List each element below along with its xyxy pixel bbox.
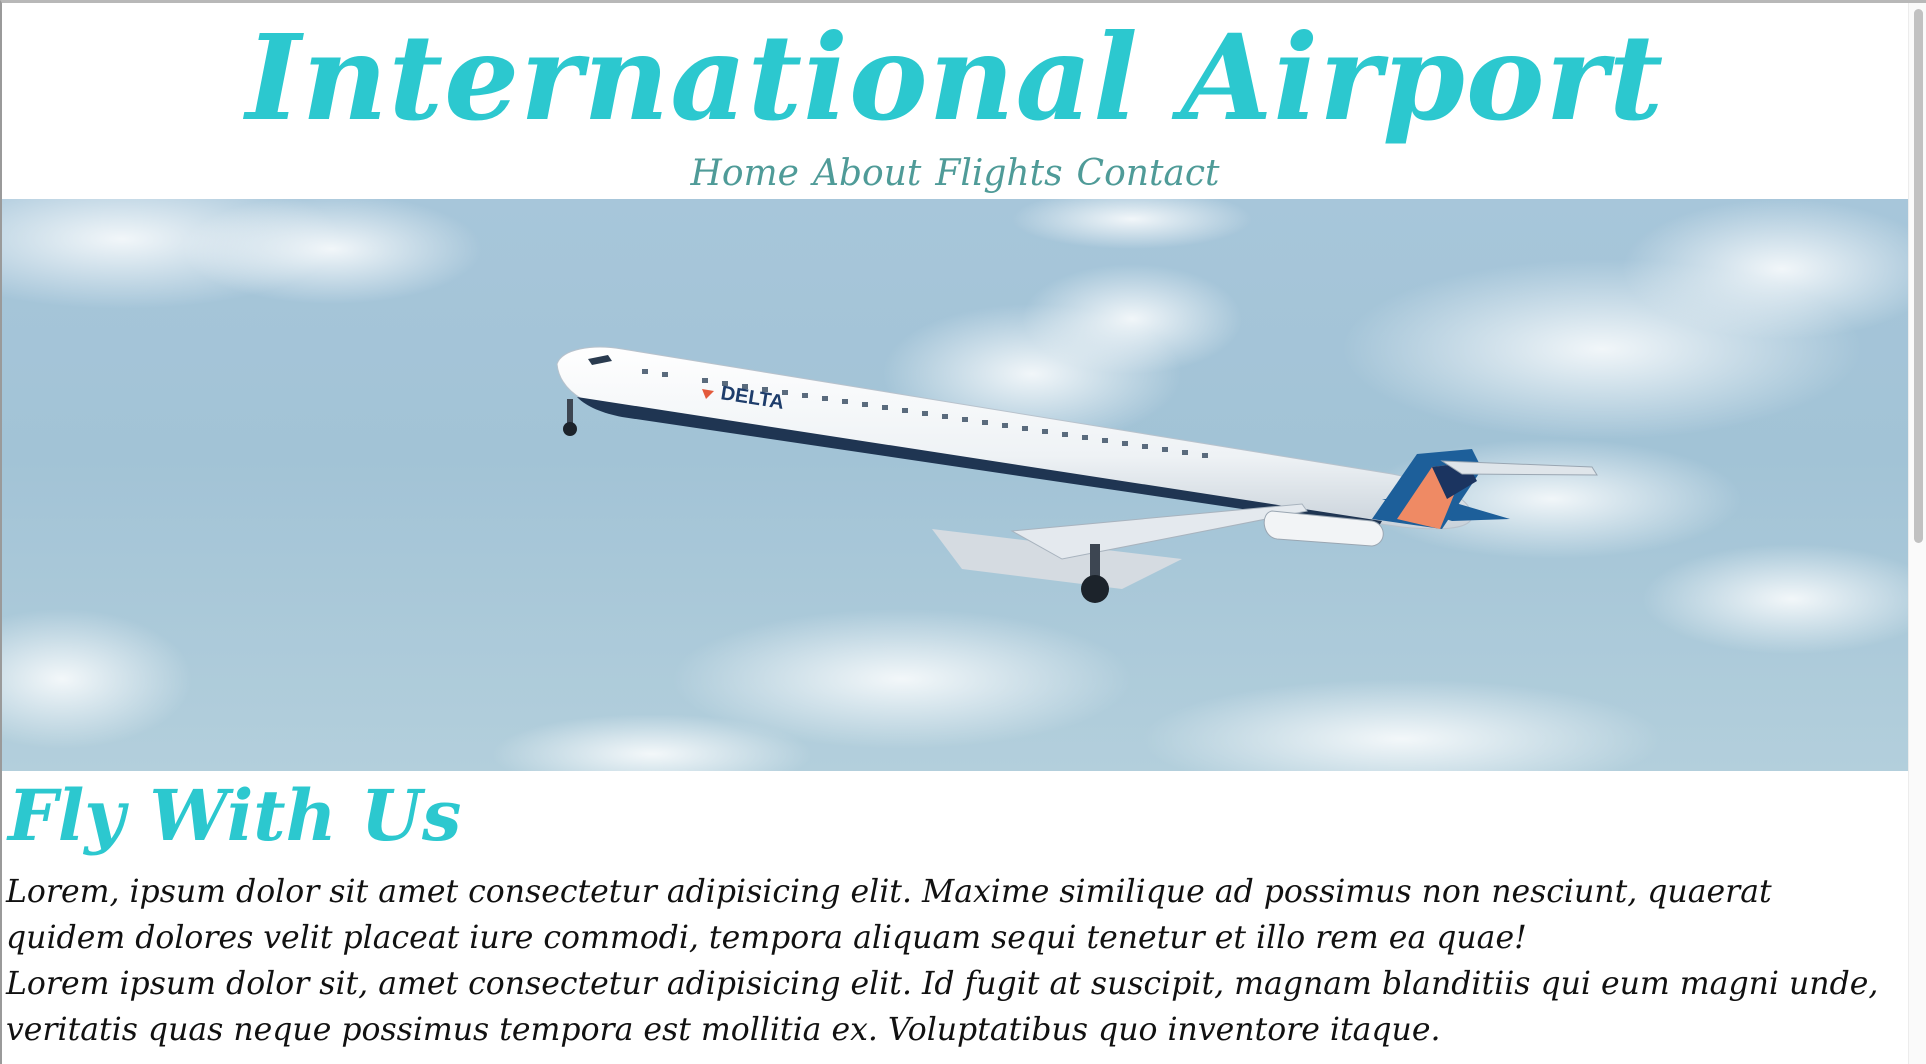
nav-link-contact[interactable]: Contact bbox=[1077, 149, 1220, 199]
paragraph-2: Lorem ipsum dolor sit, amet consectetur … bbox=[6, 966, 1879, 1048]
nav-link-home[interactable]: Home bbox=[690, 149, 799, 199]
browser-viewport: International Airport Home About Flights… bbox=[0, 0, 1926, 1064]
page: International Airport Home About Flights… bbox=[2, 3, 1908, 1064]
airplane-photo: DELTA bbox=[2, 199, 1908, 771]
hero-image: DELTA bbox=[2, 199, 1908, 771]
body-text: Lorem, ipsum dolor sit amet consectetur … bbox=[6, 869, 1882, 1053]
main-nav: Home About Flights Contact bbox=[2, 149, 1908, 199]
site-title: International Airport bbox=[245, 8, 1665, 147]
scrollbar-thumb[interactable] bbox=[1914, 9, 1923, 543]
clouds bbox=[2, 199, 1908, 771]
nav-link-about[interactable]: About bbox=[813, 149, 921, 199]
paragraph-1: Lorem, ipsum dolor sit amet consectetur … bbox=[6, 874, 1772, 956]
section-heading: Fly With Us bbox=[8, 774, 462, 857]
vertical-scrollbar[interactable] bbox=[1908, 3, 1926, 1064]
nav-link-flights[interactable]: Flights bbox=[935, 149, 1062, 199]
